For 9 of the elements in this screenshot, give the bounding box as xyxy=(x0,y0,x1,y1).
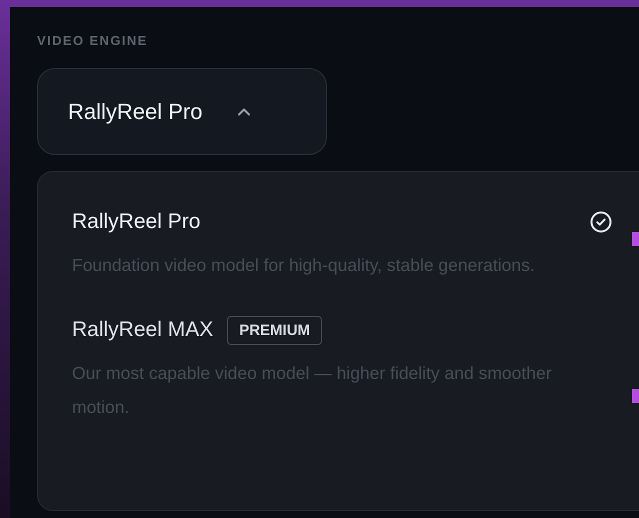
section-label: VIDEO ENGINE xyxy=(37,33,149,48)
check-icon xyxy=(590,211,612,233)
edge-marker xyxy=(632,232,639,246)
model-dropdown[interactable]: RallyReel Pro xyxy=(37,68,327,155)
option-title: RallyReel MAX xyxy=(72,318,214,342)
caret-icon xyxy=(236,107,250,116)
option-title: RallyReel Pro xyxy=(72,210,200,234)
premium-badge: PREMIUM xyxy=(227,316,322,344)
edge-marker xyxy=(632,389,639,403)
